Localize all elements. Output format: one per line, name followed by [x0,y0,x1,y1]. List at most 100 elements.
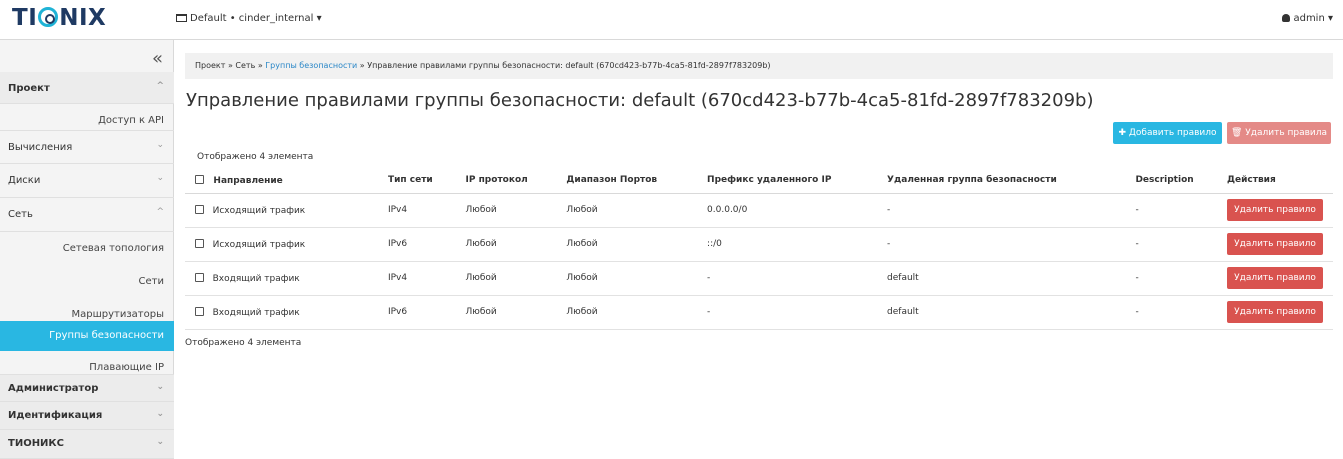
cell-prefix: - [697,261,878,296]
page-title: Управление правилами группы безопасности… [186,90,1094,111]
sidebar-item-label: Плавающие IP [89,362,164,373]
breadcrumb-project: Проект [195,61,226,70]
table-row: Исходящий трафик IPv4 Любой Любой 0.0.0.… [185,193,1333,228]
add-rule-button[interactable]: ✚ Добавить правило [1113,122,1222,144]
row-checkbox[interactable] [195,238,204,248]
delete-rule-button[interactable]: Удалить правило [1227,267,1323,289]
cell-description: - [1125,295,1217,330]
row-checkbox[interactable] [195,306,204,316]
logo[interactable]: TI NIX [12,5,106,31]
sidebar-item-networks[interactable]: Сети [0,265,174,298]
table-row: Входящий трафик IPv6 Любой Любой - defau… [185,295,1333,330]
sidebar-item-label: Администратор [8,383,99,394]
column-ip-protocol[interactable]: IP протокол [455,168,557,194]
sidebar-item-label: Сеть [8,209,33,220]
delete-rules-button[interactable]: 🗑 Удалить правила [1227,122,1331,144]
sidebar-item-label: Вычисления [8,142,73,153]
row-checkbox[interactable] [195,204,204,214]
column-label: Description [1135,175,1194,186]
cell-direction: Исходящий трафик [212,239,306,250]
table-row: Входящий трафик IPv4 Любой Любой - defau… [185,261,1333,296]
sidebar-item-label: Сети [138,276,164,287]
rules-table: Направление Тип сети IP протокол Диапазо… [185,168,1333,330]
cell-remote-group: - [877,227,1126,262]
project-selector[interactable]: Default • cinder_internal ▾ [176,13,322,24]
chevron-up-icon: ^ [156,81,164,91]
cell-remote-group: - [877,193,1126,228]
delete-rule-button[interactable]: Удалить правило [1227,199,1323,221]
sidebar-item-label: Сетевая топология [62,243,164,254]
chevron-down-icon: ⌄ [156,140,164,150]
sidebar-item-label: Диски [8,175,41,186]
cell-protocol: Любой [455,295,557,330]
column-ethertype[interactable]: Тип сети [377,168,456,194]
logo-o-icon [38,7,59,27]
cell-protocol: Любой [455,193,557,228]
column-label: Действия [1227,175,1276,186]
cell-ports: Любой [556,193,698,228]
sidebar-item-network-topology[interactable]: Сетевая топология [0,232,174,265]
cell-prefix: ::/0 [697,227,878,262]
sidebar: « Проект ^ Доступ к API Вычисления ⌄ Диски… [0,40,174,459]
column-direction[interactable]: Направление [185,168,378,194]
column-label: Диапазон Портов [566,175,658,186]
breadcrumb-separator: » [257,61,263,70]
cell-protocol: Любой [455,227,557,262]
cell-ethertype: IPv4 [377,261,456,296]
column-remote-security-group[interactable]: Удаленная группа безопасности [877,168,1126,194]
sidebar-item-compute[interactable]: Вычисления ⌄ [0,130,174,164]
project-selector-label: Default • cinder_internal ▾ [190,13,322,24]
delete-rule-button[interactable]: Удалить правило [1227,301,1323,323]
table-header-row: Направление Тип сети IP протокол Диапазо… [185,168,1333,194]
cell-ethertype: IPv6 [377,227,456,262]
sidebar-item-label: Маршрутизаторы [71,309,164,320]
select-all-checkbox[interactable] [195,174,204,184]
cell-remote-group: default [877,261,1126,296]
cell-ethertype: IPv6 [377,295,456,330]
sidebar-item-admin[interactable]: Администратор ⌄ [0,374,174,402]
cell-prefix: 0.0.0.0/0 [697,193,878,228]
cell-ports: Любой [556,227,698,262]
cell-remote-group: default [877,295,1126,330]
sidebar-item-tionix[interactable]: ТИОНИКС ⌄ [0,430,174,459]
cell-direction: Исходящий трафик [212,205,306,216]
items-count-bottom: Отображено 4 элемента [185,338,302,348]
sidebar-item-project[interactable]: Проект ^ [0,72,174,104]
sidebar-item-network[interactable]: Сеть ^ [0,198,174,232]
chevron-down-icon: ⌄ [156,409,164,419]
column-label: Удаленная группа безопасности [887,175,1057,186]
sidebar-item-label: Идентификация [8,410,103,421]
sidebar-item-volumes[interactable]: Диски ⌄ [0,164,174,198]
row-checkbox[interactable] [195,272,204,282]
column-label: Тип сети [387,175,433,186]
cell-direction: Входящий трафик [212,307,300,318]
breadcrumb-security-groups-link[interactable]: Группы безопасности [265,61,357,70]
column-actions: Действия [1217,168,1333,194]
column-description[interactable]: Description [1125,168,1217,194]
delete-rule-button[interactable]: Удалить правило [1227,233,1323,255]
cell-description: - [1125,227,1217,262]
cell-ports: Любой [556,295,698,330]
chevron-up-icon: ^ [156,207,164,217]
project-icon [176,14,187,22]
user-menu-label: admin ▾ [1293,13,1333,24]
sidebar-item-identity[interactable]: Идентификация ⌄ [0,402,174,430]
user-icon [1282,14,1291,22]
column-label: IP протокол [465,175,528,186]
collapse-sidebar-icon[interactable]: « [152,48,163,69]
cell-direction: Входящий трафик [212,273,300,284]
sidebar-item-label: Проект [8,83,50,94]
column-remote-ip-prefix[interactable]: Префикс удаленного IP [697,168,878,194]
cell-ethertype: IPv4 [377,193,456,228]
column-label: Направление [213,175,283,186]
breadcrumb-separator: » [359,61,365,70]
breadcrumb-separator: » [227,61,233,70]
top-navbar: TI NIX Default • cinder_internal ▾ admin … [0,0,1343,40]
chevron-down-icon: ⌄ [156,173,164,183]
column-port-range[interactable]: Диапазон Портов [556,168,698,194]
sidebar-item-label: ТИОНИКС [8,438,64,449]
table-row: Исходящий трафик IPv6 Любой Любой ::/0 -… [185,227,1333,262]
breadcrumb-current: Управление правилами группы безопасности… [367,61,771,70]
sidebar-item-security-groups[interactable]: Группы безопасности [0,321,174,351]
user-menu[interactable]: admin ▾ [1282,13,1333,24]
